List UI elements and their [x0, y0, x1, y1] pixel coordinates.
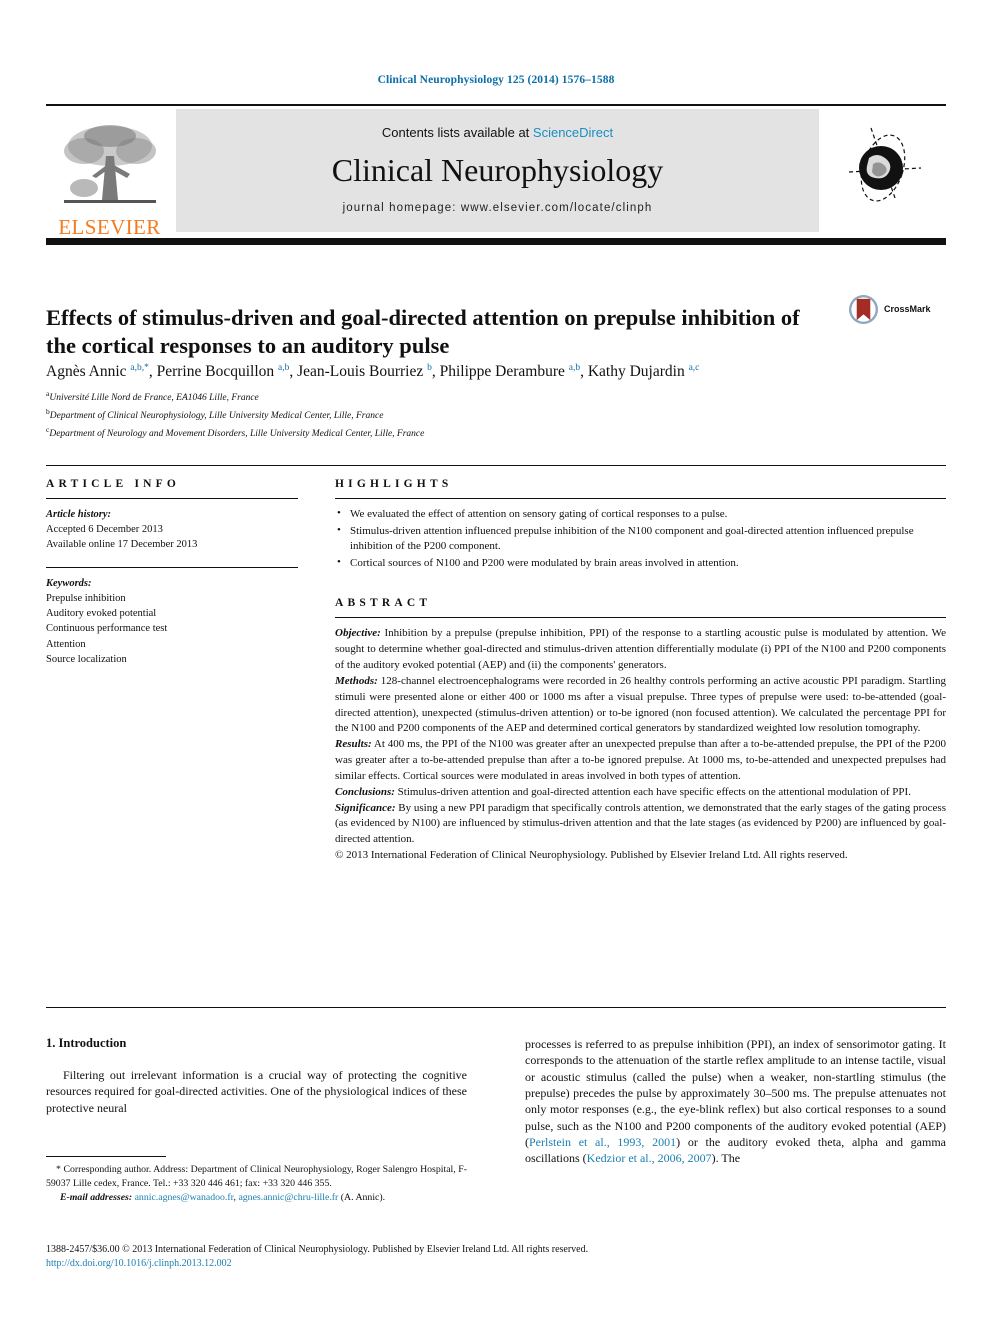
info-section-top-rule	[46, 465, 946, 466]
journal-band: Contents lists available at ScienceDirec…	[176, 109, 819, 232]
affiliation-text: Department of Clinical Neurophysiology, …	[49, 411, 384, 422]
keyword-item: Auditory evoked potential	[46, 608, 157, 620]
keyword-item: Source localization	[46, 653, 127, 665]
abstract-section: Conclusions: Stimulus-driven attention a…	[335, 785, 946, 801]
keyword-item: Attention	[46, 638, 86, 650]
affiliation-list: aUniversité Lille Nord de France, EA1046…	[46, 388, 946, 442]
history-item: Available online 17 December 2013	[46, 539, 198, 551]
section-heading-introduction: 1. Introduction	[46, 1036, 127, 1050]
issn-copyright-line: 1388-2457/$36.00 © 2013 International Fe…	[46, 1244, 589, 1255]
citation-link-2[interactable]: Kedzior et al., 2006, 2007	[587, 1151, 712, 1165]
article-info-heading: ARTICLE INFO	[46, 478, 181, 490]
abstract-section: Methods: 128-channel electroencephalogra…	[335, 674, 946, 737]
introduction-paragraph-right: processes is referred to as prepulse inh…	[525, 1036, 946, 1167]
journal-article-page: Clinical Neurophysiology 125 (2014) 1576…	[0, 0, 992, 1323]
crossmark-badge[interactable]: CrossMark	[848, 289, 948, 329]
abstract-body: Objective: Inhibition by a prepulse (pre…	[335, 626, 946, 863]
journal-homepage[interactable]: journal homepage: www.elsevier.com/locat…	[343, 202, 653, 214]
affiliation-text: Department of Neurology and Movement Dis…	[49, 428, 425, 439]
email-link-1[interactable]: annic.agnes@wanadoo.fr	[135, 1192, 234, 1203]
affiliation-text: Université Lille Nord de France, EA1046 …	[49, 393, 259, 404]
sciencedirect-link[interactable]: ScienceDirect	[533, 125, 613, 140]
abstract-section-text: Stimulus-driven attention and goal-direc…	[394, 785, 911, 798]
intro-text-c: ). The	[711, 1151, 741, 1166]
abstract-section-label: Objective:	[335, 627, 381, 640]
abstract-section: Objective: Inhibition by a prepulse (pre…	[335, 626, 946, 673]
page-footer: 1388-2457/$36.00 © 2013 International Fe…	[46, 1243, 946, 1271]
author-list: Agnès Annic a,b,*, Perrine Bocquillon a,…	[46, 363, 700, 381]
history-item: Accepted 6 December 2013	[46, 524, 163, 536]
highlights-list: We evaluated the effect of attention on …	[335, 506, 946, 572]
citation-link-1[interactable]: Perlstein et al., 1993, 2001	[529, 1135, 676, 1149]
abstract-section-text: 128-channel electroencephalograms were r…	[335, 674, 946, 735]
abstract-section-text: Inhibition by a prepulse (prepulse inhib…	[335, 627, 946, 672]
body-top-rule	[46, 1007, 946, 1008]
elsevier-wordmark: ELSEVIER	[58, 215, 161, 239]
footnote-block: * Corresponding author. Address: Departm…	[46, 1156, 467, 1205]
footnote-rule	[46, 1156, 166, 1157]
divider	[335, 617, 946, 619]
crossmark-label: CrossMark	[884, 304, 931, 314]
abstract-section-text: By using a new PPI paradigm that specifi…	[335, 801, 946, 846]
contents-prefix: Contents lists available at	[381, 125, 533, 140]
affiliation-item: aUniversité Lille Nord de France, EA1046…	[46, 388, 946, 406]
abstract-section-label: Significance:	[335, 801, 396, 814]
journal-emblem-icon	[848, 127, 921, 202]
abstract-section: Results: At 400 ms, the PPI of the N100 …	[335, 737, 946, 784]
page-title: Effects of stimulus-driven and goal-dire…	[46, 305, 800, 359]
abstract-section-text: At 400 ms, the PPI of the N100 was great…	[335, 738, 946, 782]
keywords-label: Keywords:	[46, 577, 92, 589]
list-item: Cortical sources of N100 and P200 were m…	[335, 555, 946, 572]
abstract-heading: ABSTRACT	[335, 597, 432, 610]
keywords-block: Keywords: Prepulse inhibition Auditory e…	[46, 576, 298, 667]
divider	[335, 498, 946, 499]
article-history: Article history: Accepted 6 December 201…	[46, 507, 298, 553]
introduction-left-column: 1. Introduction Filtering out irrelevant…	[46, 1036, 467, 1116]
keyword-item: Prepulse inhibition	[46, 592, 126, 604]
list-item: Stimulus-driven attention influenced pre…	[335, 523, 946, 555]
divider	[46, 566, 298, 568]
elsevier-logo: ELSEVIER	[46, 106, 173, 238]
crossmark-icon	[848, 294, 879, 324]
journal-emblem	[819, 106, 946, 238]
abstract-section-label: Methods:	[335, 674, 378, 687]
journal-title: Clinical Neurophysiology	[331, 152, 664, 188]
intro-text-a: processes is referred to as prepulse inh…	[525, 1037, 946, 1149]
introduction-paragraph-left: Filtering out irrelevant information is …	[46, 1068, 467, 1115]
highlights-heading: HIGHLIGHTS	[335, 478, 453, 490]
article-info-column: ARTICLE INFO Article history: Accepted 6…	[46, 478, 298, 667]
list-item: We evaluated the effect of attention on …	[335, 506, 946, 523]
contents-available-line: Contents lists available at ScienceDirec…	[382, 125, 613, 140]
email-label: E-mail addresses:	[60, 1191, 133, 1203]
abstract-section-label: Results:	[335, 738, 372, 751]
abstract-section-label: Conclusions:	[335, 785, 395, 798]
elsevier-tree-icon	[63, 125, 156, 203]
abstract-copyright: © 2013 International Federation of Clini…	[335, 849, 848, 862]
corresponding-author-note: * Corresponding author. Address: Departm…	[46, 1164, 467, 1189]
doi-link[interactable]: http://dx.doi.org/10.1016/j.clinph.2013.…	[46, 1257, 946, 1271]
introduction-right-column: processes is referred to as prepulse inh…	[525, 1036, 946, 1167]
article-history-label: Article history:	[46, 509, 112, 520]
email-suffix: (A. Annic).	[338, 1191, 386, 1203]
divider	[46, 498, 298, 499]
abstract-section: Significance: By using a new PPI paradig…	[335, 801, 946, 848]
running-head: Clinical Neurophysiology 125 (2014) 1576…	[377, 74, 615, 86]
affiliation-item: bDepartment of Clinical Neurophysiology,…	[46, 406, 946, 424]
email-note: E-mail addresses: annic.agnes@wanadoo.fr…	[60, 1191, 386, 1203]
highlights-abstract-column: HIGHLIGHTS We evaluated the effect of at…	[335, 478, 946, 864]
email-link-2[interactable]: agnes.annic@chru-lille.fr	[238, 1192, 338, 1203]
journal-masthead: ELSEVIER Contents lists available at Sci…	[46, 104, 946, 245]
keyword-item: Continuous performance test	[46, 623, 168, 635]
affiliation-item: cDepartment of Neurology and Movement Di…	[46, 424, 946, 442]
